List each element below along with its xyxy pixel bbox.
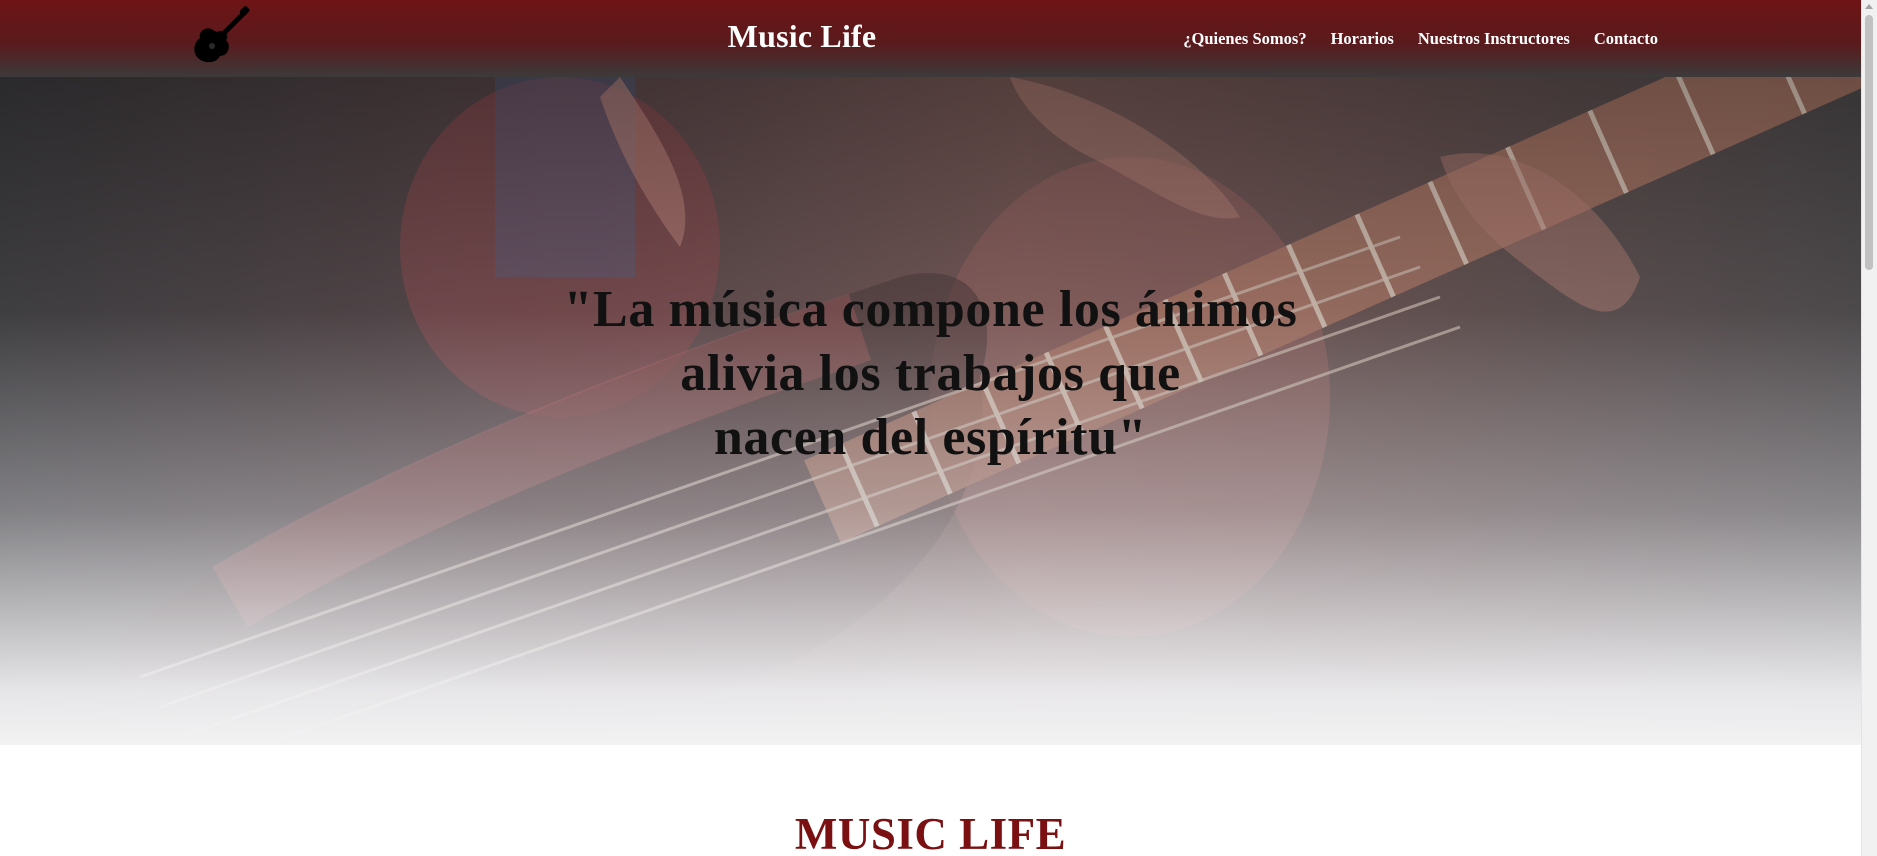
hero-quote: "La música compone los ánimos alivia los… [0,278,1861,470]
page: Music Life ¿Quienes Somos? Horarios Nues… [0,0,1877,856]
vertical-scrollbar[interactable] [1861,0,1877,856]
hero-quote-line: nacen del espíritu" [713,409,1148,466]
scroll-up-icon[interactable] [1865,4,1873,9]
top-navbar: Music Life ¿Quienes Somos? Horarios Nues… [0,0,1861,77]
hero-quote-line: alivia los trabajos que [680,345,1181,402]
hero-quote-line: "La música compone los ánimos [563,281,1298,338]
hero-banner: "La música compone los ánimos alivia los… [0,77,1861,745]
nav-link-quienes-somos[interactable]: ¿Quienes Somos? [1183,29,1306,49]
nav-link-contacto[interactable]: Contacto [1594,29,1658,49]
scrollbar-thumb[interactable] [1865,15,1873,270]
section-heading: MUSIC LIFE [794,809,1067,856]
main-nav: ¿Quienes Somos? Horarios Nuestros Instru… [1183,29,1658,49]
nav-link-horarios[interactable]: Horarios [1331,29,1394,49]
nav-link-instructores[interactable]: Nuestros Instructores [1418,29,1570,49]
